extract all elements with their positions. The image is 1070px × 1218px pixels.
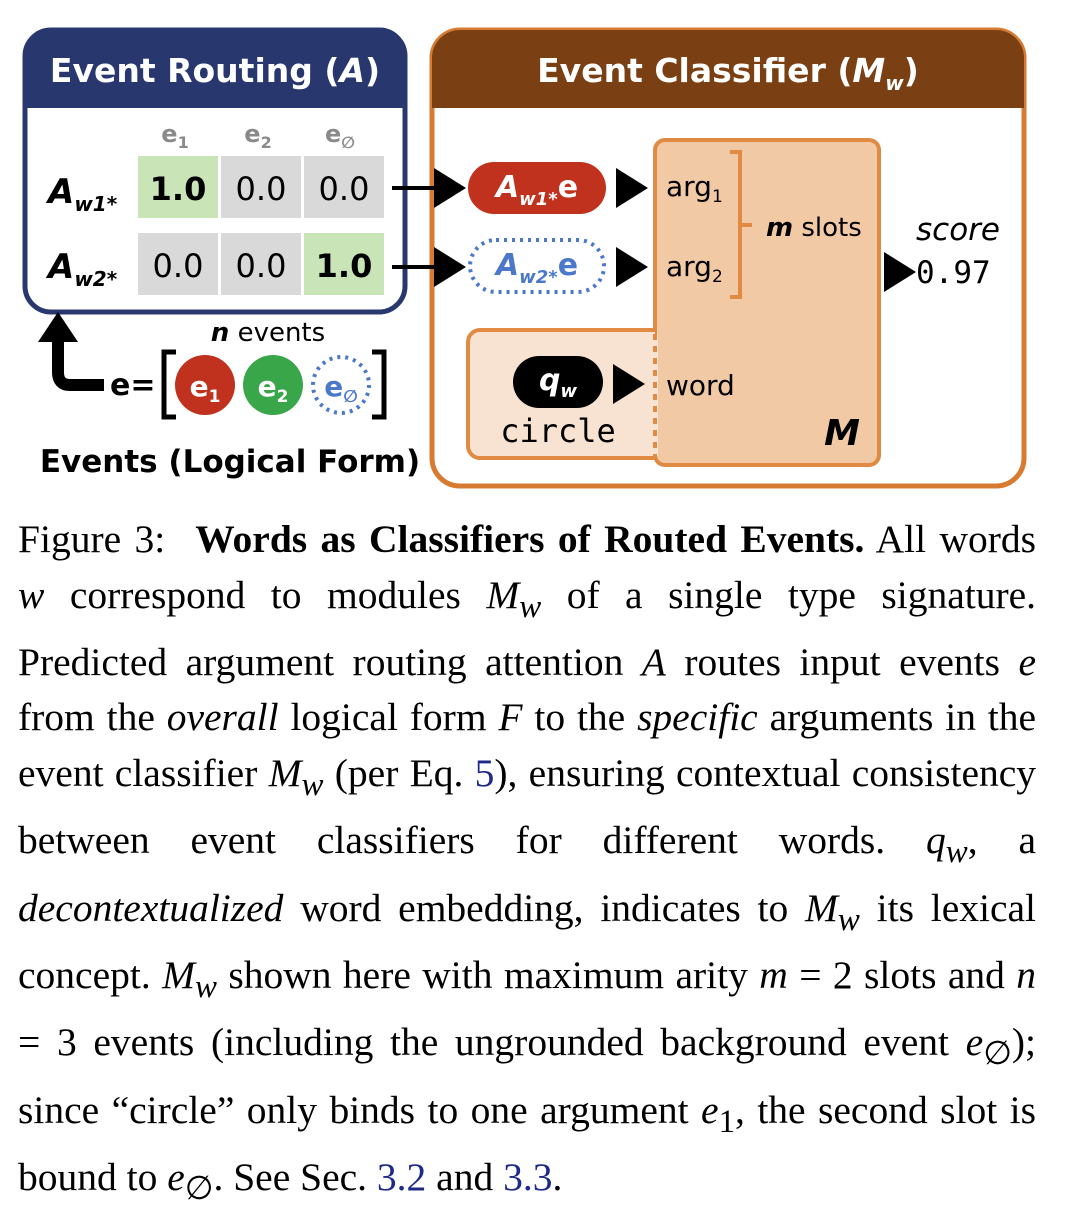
events-caption: Events (Logical Form) bbox=[40, 444, 420, 480]
cell-r1-c3-value: 0.0 bbox=[319, 170, 370, 208]
ref-eq-5[interactable]: 5 bbox=[475, 751, 495, 795]
events-count-label: n events bbox=[211, 318, 325, 348]
cell-r2-c3-value: 1.0 bbox=[316, 247, 373, 285]
figure-diagram: Event Routing (A) e1 e2 e∅ Aw1* 1.0 0.0 … bbox=[22, 27, 1027, 489]
routing-title: Event Routing (A) bbox=[50, 51, 380, 90]
cell-r1-c1-value: 1.0 bbox=[150, 170, 207, 208]
cell-r2-c2-value: 0.0 bbox=[236, 247, 287, 285]
score-value: 0.97 bbox=[916, 255, 991, 291]
right-bracket bbox=[372, 349, 387, 420]
event-routing-panel: Event Routing (A) e1 e2 e∅ Aw1* 1.0 0.0 … bbox=[22, 27, 408, 315]
cell-r1-c2-value: 0.0 bbox=[236, 170, 287, 208]
slots-label: m slots bbox=[766, 213, 862, 243]
caption-title: Words as Classifiers of Routed Events. bbox=[195, 517, 865, 561]
score-label: score bbox=[916, 212, 1000, 248]
classifier-title: Event Classifier (Mw) bbox=[537, 51, 919, 95]
event-classifier-panel: Event Classifier (Mw) Aw1*e Aw2*e arg1 a… bbox=[392, 27, 1027, 489]
events-group: n events e= e1 e2 e∅ Events (Logical For… bbox=[38, 312, 420, 480]
caption-label: Figure 3: bbox=[18, 517, 166, 561]
figure-caption: Figure 3: Words as Classifiers of Routed … bbox=[18, 517, 1037, 1208]
word-label: word bbox=[666, 369, 735, 402]
ref-sec-3-2[interactable]: 3.2 bbox=[377, 1155, 426, 1199]
module-label: M bbox=[824, 413, 860, 454]
word-text: circle bbox=[500, 412, 616, 450]
cell-r2-c1-value: 0.0 bbox=[153, 247, 204, 285]
events-eq-label: e= bbox=[110, 368, 155, 403]
ref-sec-3-3[interactable]: 3.3 bbox=[503, 1155, 552, 1199]
up-arrow-icon bbox=[52, 335, 104, 391]
left-bracket bbox=[161, 349, 176, 420]
